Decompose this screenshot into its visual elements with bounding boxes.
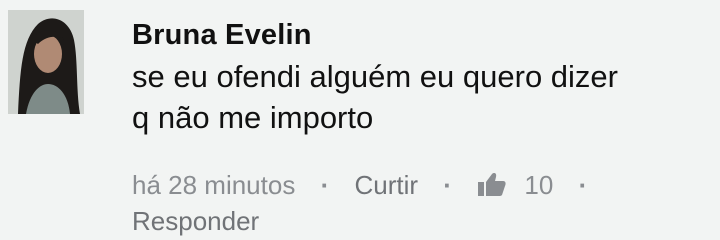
separator-dot: · [443,170,452,200]
comment-meta: há 28 minutos · Curtir · 10 · [132,167,605,206]
separator-dot: · [320,170,330,200]
author-name[interactable]: Bruna Evelin [132,18,712,52]
thumbs-up-icon [477,170,507,206]
reply-row: Responder [132,203,259,239]
separator-dot: · [578,170,588,200]
like-button[interactable]: Curtir [354,170,418,200]
avatar[interactable] [8,10,84,114]
like-count: 10 [524,170,554,200]
comment-body: Bruna Evelin se eu ofendi alguém eu quer… [132,18,712,138]
avatar-photo [8,10,84,114]
comment: Bruna Evelin se eu ofendi alguém eu quer… [0,0,720,240]
timestamp[interactable]: há 28 minutos [132,170,295,200]
reply-button[interactable]: Responder [132,206,259,236]
comment-text: se eu ofendi alguém eu quero dizer q não… [132,59,618,135]
